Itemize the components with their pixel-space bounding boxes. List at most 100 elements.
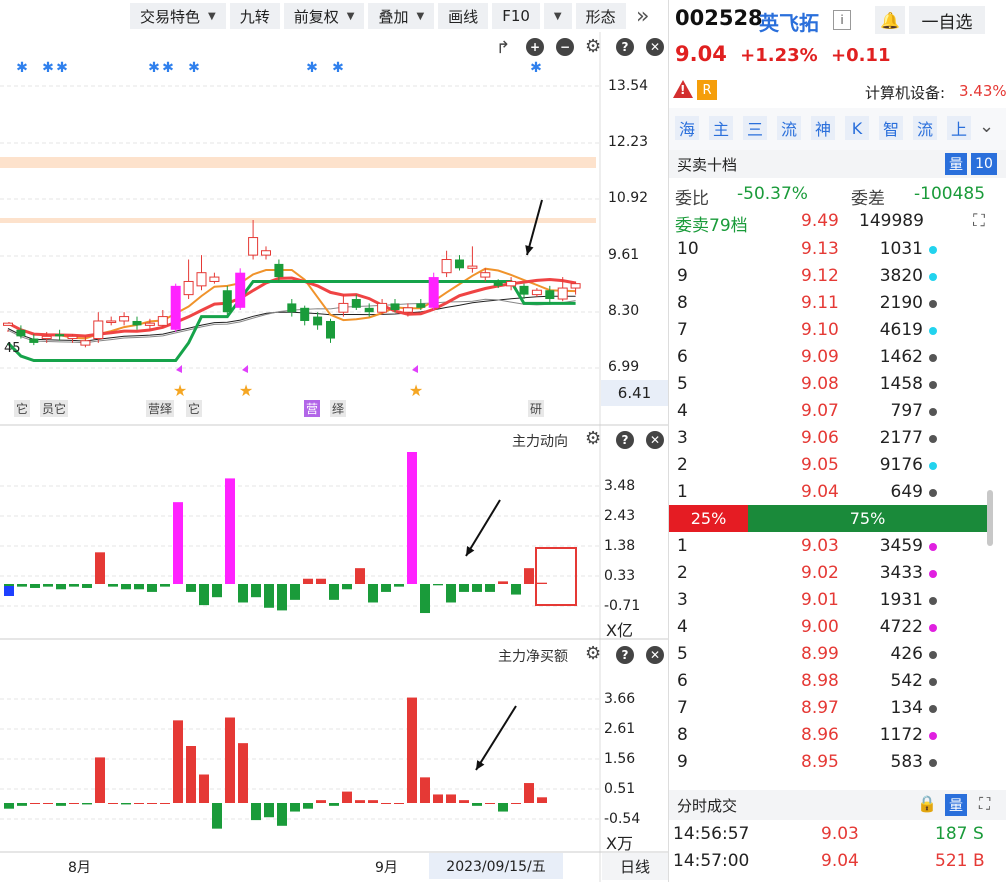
chevron-down-double-icon[interactable]: ⌄ [979,116,994,137]
flow-bar [472,584,482,592]
tb-f10[interactable]: F10 [492,3,540,29]
tag[interactable]: 员它 [40,400,69,417]
bids-row[interactable]: 3 9.01 1931 [669,587,991,614]
zoom-in-icon[interactable]: + [526,38,544,56]
close-icon[interactable]: ✕ [646,646,664,664]
asks-row[interactable]: 10 9.13 1031 [669,236,991,263]
risk-badge[interactable]: R [697,80,717,100]
level: 2 [677,563,688,583]
level-dot-icon [929,705,937,713]
tag[interactable]: 研 [528,400,545,417]
netbuy-bar [472,803,482,806]
bids-row[interactable]: 4 9.00 4722 [669,614,991,641]
asks-row[interactable]: 9 9.12 3820 [669,263,991,290]
bids-row[interactable]: 1 9.03 3459 [669,533,991,560]
asks-row[interactable]: 8 9.11 2190 [669,290,991,317]
sector-label[interactable]: 计算机设备: [865,82,945,103]
tag[interactable]: 营 [304,400,321,417]
bids-row[interactable]: 2 9.02 3433 [669,560,991,587]
watchlist-button[interactable]: 一自选 [909,6,985,34]
help-icon[interactable]: ? [616,646,634,664]
asks-row[interactable]: 1 9.04 649 [669,479,991,506]
asks-row[interactable]: 7 9.10 4619 [669,317,991,344]
trade-time: 14:56:57 [673,824,750,844]
expand-icon[interactable]: ⛶ [973,211,985,231]
double-chevron-right-icon[interactable]: » [636,4,649,29]
feature-tab[interactable]: 神 [811,116,835,140]
tb-overlay[interactable]: 叠加 ▼ [368,3,435,29]
flow-bar [355,568,365,584]
zoom-out-icon[interactable]: − [556,38,574,56]
trade-row: 14:56:57 9.03 187 S [669,821,991,848]
flow-bar [225,478,235,584]
tag[interactable]: 营绎 [146,400,175,417]
tag[interactable]: 绎 [330,400,347,417]
candle-body [132,320,142,326]
flow-bar [381,584,391,592]
close-icon[interactable]: ✕ [646,38,664,56]
feature-tab[interactable]: 流 [913,116,937,140]
expand-icon[interactable]: ⛶ [979,794,990,814]
tb-pattern[interactable]: 形态 [575,3,626,29]
bids-row[interactable]: 6 8.98 542 [669,668,991,695]
level: 8 [677,725,688,745]
asks-row[interactable]: 2 9.05 9176 [669,452,991,479]
candle-body [570,283,581,289]
qty-toggle[interactable]: 量 [945,153,967,175]
tb-forward-adjust[interactable]: 前复权 ▼ [283,3,365,29]
bell-icon[interactable]: 🔔 [875,6,905,34]
price: 8.97 [801,698,839,718]
stock-name[interactable]: 英飞拓 [759,7,819,36]
qty-toggle[interactable]: 量 [945,794,967,816]
tag[interactable]: 它 [14,400,31,417]
qty: 4619 [879,320,923,340]
feature-tab[interactable]: 海 [675,116,699,140]
flow-bar [459,584,469,592]
tag[interactable]: 它 [186,400,203,417]
tb-trading-features[interactable]: 交易特色 ▼ [130,3,226,29]
weibi-value: -50.37% [737,184,808,204]
kline-ylabel: 12.23 [608,134,649,150]
resistance-band [0,157,596,168]
asks-row[interactable]: 6 9.09 1462 [669,344,991,371]
asks-row[interactable]: 4 9.07 797 [669,398,991,425]
kline-ylabel: 6.99 [608,359,640,375]
bids-row[interactable]: 7 8.97 134 [669,695,991,722]
depth-toggle[interactable]: 10 [971,153,997,175]
chart-area[interactable]: ✱ ✱ ✱ ✱ ✱ ✱ ✱ ✱ ✱ ★ ★ ★ 交易特色 ▼ 九转 前复权 ▼ 叠加 ▼ 画线 F10 ▼ … [0,0,668,882]
sell-summary-qty: 149989 [859,211,924,231]
gear-icon[interactable]: ⚙ [585,428,601,449]
candle-body [235,272,246,308]
candle-body [416,303,426,308]
gear-icon[interactable]: ⚙ [585,643,601,664]
sell-summary-row[interactable]: 委卖79档 9.49 149989 ⛶ [669,208,991,236]
gear-icon[interactable]: ⚙ [585,36,601,57]
chevron-down-icon: ▼ [416,10,425,22]
rotate-icon[interactable]: ↱ [496,38,510,58]
flow-bar [329,584,339,600]
asks-row[interactable]: 3 9.06 2177 [669,425,991,452]
tb-f10-dropdown[interactable]: ▼ [543,3,572,29]
scrollbar[interactable] [987,490,993,546]
feature-tab[interactable]: K [845,116,869,140]
bids-row[interactable]: 5 8.99 426 [669,641,991,668]
feature-tab[interactable]: 三 [743,116,767,140]
info-icon[interactable]: i [833,10,851,30]
bids-row[interactable]: 8 8.96 1172 [669,722,991,749]
asks-row[interactable]: 5 9.08 1458 [669,371,991,398]
feature-tab[interactable]: 主 [709,116,733,140]
feature-tab[interactable]: 智 [879,116,903,140]
tb-label: 前复权 [293,7,339,26]
bids-row[interactable]: 9 8.95 583 [669,749,991,776]
tb-label: 交易特色 [140,7,201,26]
lock-icon[interactable]: 🔒 [917,794,937,813]
tb-nine-turn[interactable]: 九转 [229,3,280,29]
feature-tab[interactable]: 上 [947,116,971,140]
feature-tab[interactable]: 流 [777,116,801,140]
tb-draw[interactable]: 画线 [438,3,489,29]
help-icon[interactable]: ? [616,431,634,449]
close-icon[interactable]: ✕ [646,431,664,449]
level-dot-icon [929,624,937,632]
period-button[interactable]: 日线 [602,853,668,880]
help-icon[interactable]: ? [616,38,634,56]
